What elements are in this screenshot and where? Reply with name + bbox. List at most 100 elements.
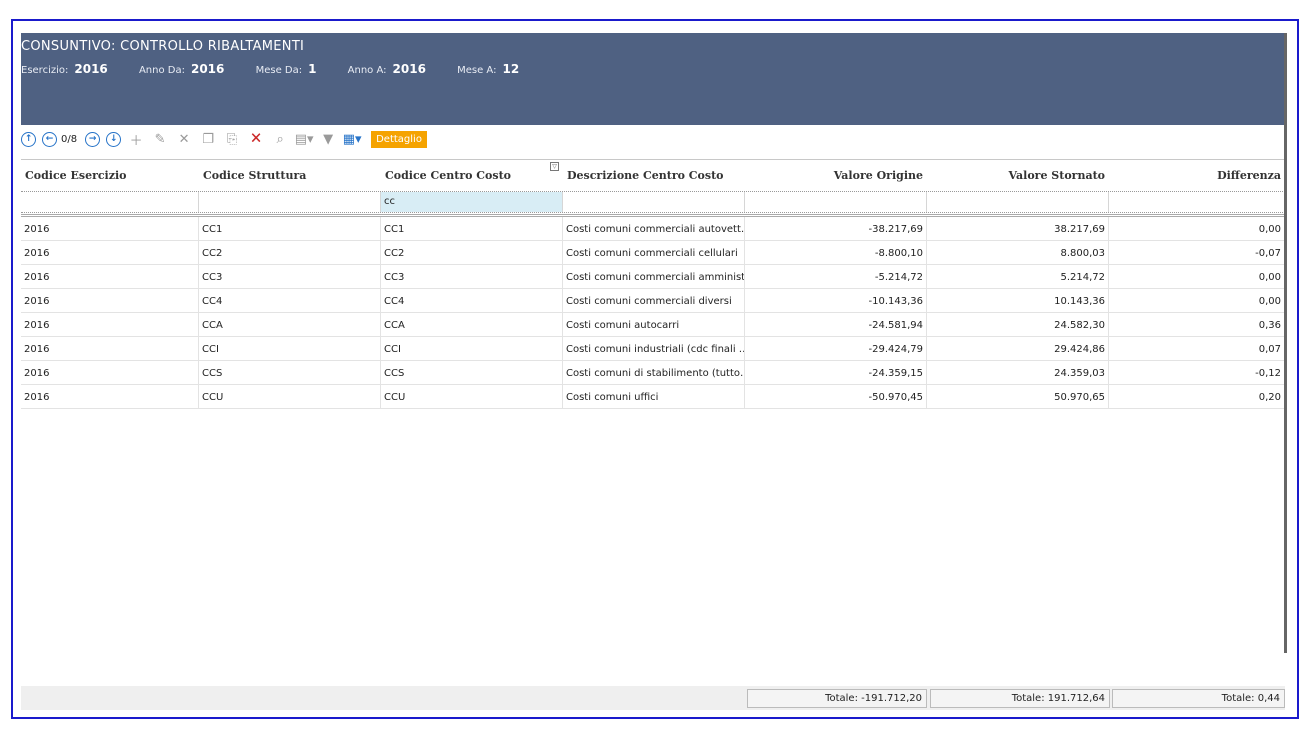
vertical-scrollbar[interactable]	[1284, 33, 1287, 653]
table-cell[interactable]: Costi comuni autocarri	[563, 313, 745, 336]
filter-cell-descrizione[interactable]	[563, 192, 745, 212]
table-cell[interactable]: CCU	[381, 385, 563, 408]
table-cell[interactable]: 0,20	[1109, 385, 1285, 408]
table-cell[interactable]: 8.800,03	[927, 241, 1109, 264]
table-row[interactable]: 2016 CCS CCS Costi comuni di stabilimento (…	[21, 361, 1285, 385]
table-cell[interactable]: -29.424,79	[745, 337, 927, 360]
table-cell[interactable]: 0,00	[1109, 265, 1285, 288]
filter-icon[interactable]: ▼	[319, 130, 337, 148]
table-cell[interactable]: Costi comuni di stabilimento (tutto…	[563, 361, 745, 384]
table-cell[interactable]: CCI	[199, 337, 381, 360]
table-cell[interactable]: 38.217,69	[927, 217, 1109, 240]
table-cell[interactable]: CCS	[199, 361, 381, 384]
delete-icon[interactable]: ✕	[175, 130, 193, 148]
table-row[interactable]: 2016 CCI CCI Costi comuni industriali (cdc …	[21, 337, 1285, 361]
table-cell[interactable]: 10.143,36	[927, 289, 1109, 312]
column-header-codice-struttura[interactable]: Codice Struttura	[199, 160, 381, 191]
filter-cell-differenza[interactable]	[1109, 192, 1285, 212]
table-cell[interactable]: 24.359,03	[927, 361, 1109, 384]
filter-cell-valore-stornato[interactable]	[927, 192, 1109, 212]
table-cell[interactable]: Costi comuni industriali (cdc finali …	[563, 337, 745, 360]
page-title: CONSUNTIVO: CONTROLLO RIBALTAMENTI	[21, 39, 305, 54]
first-record-icon[interactable]: ↑	[21, 131, 36, 147]
table-cell[interactable]: CC3	[199, 265, 381, 288]
table-row[interactable]: 2016 CC4 CC4 Costi comuni commerciali diver…	[21, 289, 1285, 313]
table-cell[interactable]: -50.970,45	[745, 385, 927, 408]
table-cell[interactable]: CC2	[199, 241, 381, 264]
remove-document-icon[interactable]: 🗙	[247, 130, 265, 148]
grid-body: 2016 CC1 CC1 Costi comuni commerciali autov…	[21, 217, 1285, 409]
table-cell[interactable]: 5.214,72	[927, 265, 1109, 288]
table-cell[interactable]: CC1	[199, 217, 381, 240]
table-cell[interactable]: 24.582,30	[927, 313, 1109, 336]
toolbar: ↑ ← 0/8 → ↓ ＋ ✎ ✕ ❐ ⎘ 🗙 ⌕ ▤▾ ▼ ▦▾ Dettag…	[21, 128, 1285, 150]
table-row[interactable]: 2016 CCU CCU Costi comuni uffici -50.970,45 5…	[21, 385, 1285, 409]
preview-icon[interactable]: ⌕	[271, 130, 289, 148]
filter-cell-codice-centro-costo[interactable]: cc	[381, 192, 563, 212]
table-cell[interactable]: CCS	[381, 361, 563, 384]
grid-layout-icon[interactable]: ▦▾	[343, 130, 362, 148]
table-row[interactable]: 2016 CC2 CC2 Costi comuni commerciali cellu…	[21, 241, 1285, 265]
export-icon[interactable]: ⎘	[223, 130, 241, 148]
filter-cell-codice-struttura[interactable]	[199, 192, 381, 212]
column-header-differenza[interactable]: Differenza	[1109, 160, 1285, 191]
column-header-codice-esercizio[interactable]: Codice Esercizio	[21, 160, 199, 191]
table-cell[interactable]: 2016	[21, 361, 199, 384]
next-record-icon[interactable]: →	[85, 131, 101, 147]
add-icon[interactable]: ＋	[127, 130, 145, 149]
column-header-descrizione-centro-costo[interactable]: Descrizione Centro Costo	[563, 160, 745, 191]
table-cell[interactable]: -24.359,15	[745, 361, 927, 384]
column-header-valore-origine[interactable]: Valore Origine	[745, 160, 927, 191]
data-grid: Codice Esercizio Codice Struttura Codice…	[21, 159, 1285, 409]
dettaglio-button[interactable]: Dettaglio	[371, 130, 427, 148]
param-label-mese-a: Mese A:	[457, 65, 497, 76]
print-menu-icon[interactable]: ▤▾	[295, 130, 314, 148]
table-cell[interactable]: Costi comuni commerciali cellulari	[563, 241, 745, 264]
table-cell[interactable]: CCA	[199, 313, 381, 336]
column-header-codice-centro-costo[interactable]: Codice Centro Costo ▽	[381, 160, 563, 191]
table-cell[interactable]: 2016	[21, 385, 199, 408]
table-cell[interactable]: Costi comuni commerciali autovett…	[563, 217, 745, 240]
table-row[interactable]: 2016 CC3 CC3 Costi comuni commerciali ammin…	[21, 265, 1285, 289]
table-cell[interactable]: CCU	[199, 385, 381, 408]
table-cell[interactable]: -0,07	[1109, 241, 1285, 264]
filter-cell-valore-origine[interactable]	[745, 192, 927, 212]
previous-record-icon[interactable]: ←	[42, 131, 57, 147]
table-cell[interactable]: CCI	[381, 337, 563, 360]
table-cell[interactable]: CC2	[381, 241, 563, 264]
table-cell[interactable]: CC1	[381, 217, 563, 240]
table-cell[interactable]: -10.143,36	[745, 289, 927, 312]
copy-icon[interactable]: ❐	[199, 130, 217, 148]
table-cell[interactable]: 0,00	[1109, 289, 1285, 312]
table-row[interactable]: 2016 CC1 CC1 Costi comuni commerciali autov…	[21, 217, 1285, 241]
table-cell[interactable]: 29.424,86	[927, 337, 1109, 360]
table-cell[interactable]: CC4	[381, 289, 563, 312]
table-cell[interactable]: Costi comuni commerciali diversi	[563, 289, 745, 312]
table-cell[interactable]: -24.581,94	[745, 313, 927, 336]
table-cell[interactable]: 0,07	[1109, 337, 1285, 360]
table-row[interactable]: 2016 CCA CCA Costi comuni autocarri -24.581,…	[21, 313, 1285, 337]
table-cell[interactable]: -5.214,72	[745, 265, 927, 288]
table-cell[interactable]: 2016	[21, 265, 199, 288]
edit-icon[interactable]: ✎	[151, 130, 169, 148]
table-cell[interactable]: -0,12	[1109, 361, 1285, 384]
table-cell[interactable]: Costi comuni uffici	[563, 385, 745, 408]
table-cell[interactable]: Costi comuni commerciali amminist…	[563, 265, 745, 288]
table-cell[interactable]: 0,00	[1109, 217, 1285, 240]
table-cell[interactable]: CC4	[199, 289, 381, 312]
table-cell[interactable]: 50.970,65	[927, 385, 1109, 408]
column-header-valore-stornato[interactable]: Valore Stornato	[927, 160, 1109, 191]
last-record-icon[interactable]: ↓	[106, 131, 122, 147]
table-cell[interactable]: 0,36	[1109, 313, 1285, 336]
table-cell[interactable]: 2016	[21, 289, 199, 312]
table-cell[interactable]: CC3	[381, 265, 563, 288]
table-cell[interactable]: 2016	[21, 313, 199, 336]
filter-cell-codice-esercizio[interactable]	[21, 192, 199, 212]
table-cell[interactable]: 2016	[21, 241, 199, 264]
table-cell[interactable]: -38.217,69	[745, 217, 927, 240]
table-cell[interactable]: CCA	[381, 313, 563, 336]
column-filter-icon[interactable]: ▽	[550, 162, 559, 171]
table-cell[interactable]: 2016	[21, 217, 199, 240]
table-cell[interactable]: 2016	[21, 337, 199, 360]
table-cell[interactable]: -8.800,10	[745, 241, 927, 264]
